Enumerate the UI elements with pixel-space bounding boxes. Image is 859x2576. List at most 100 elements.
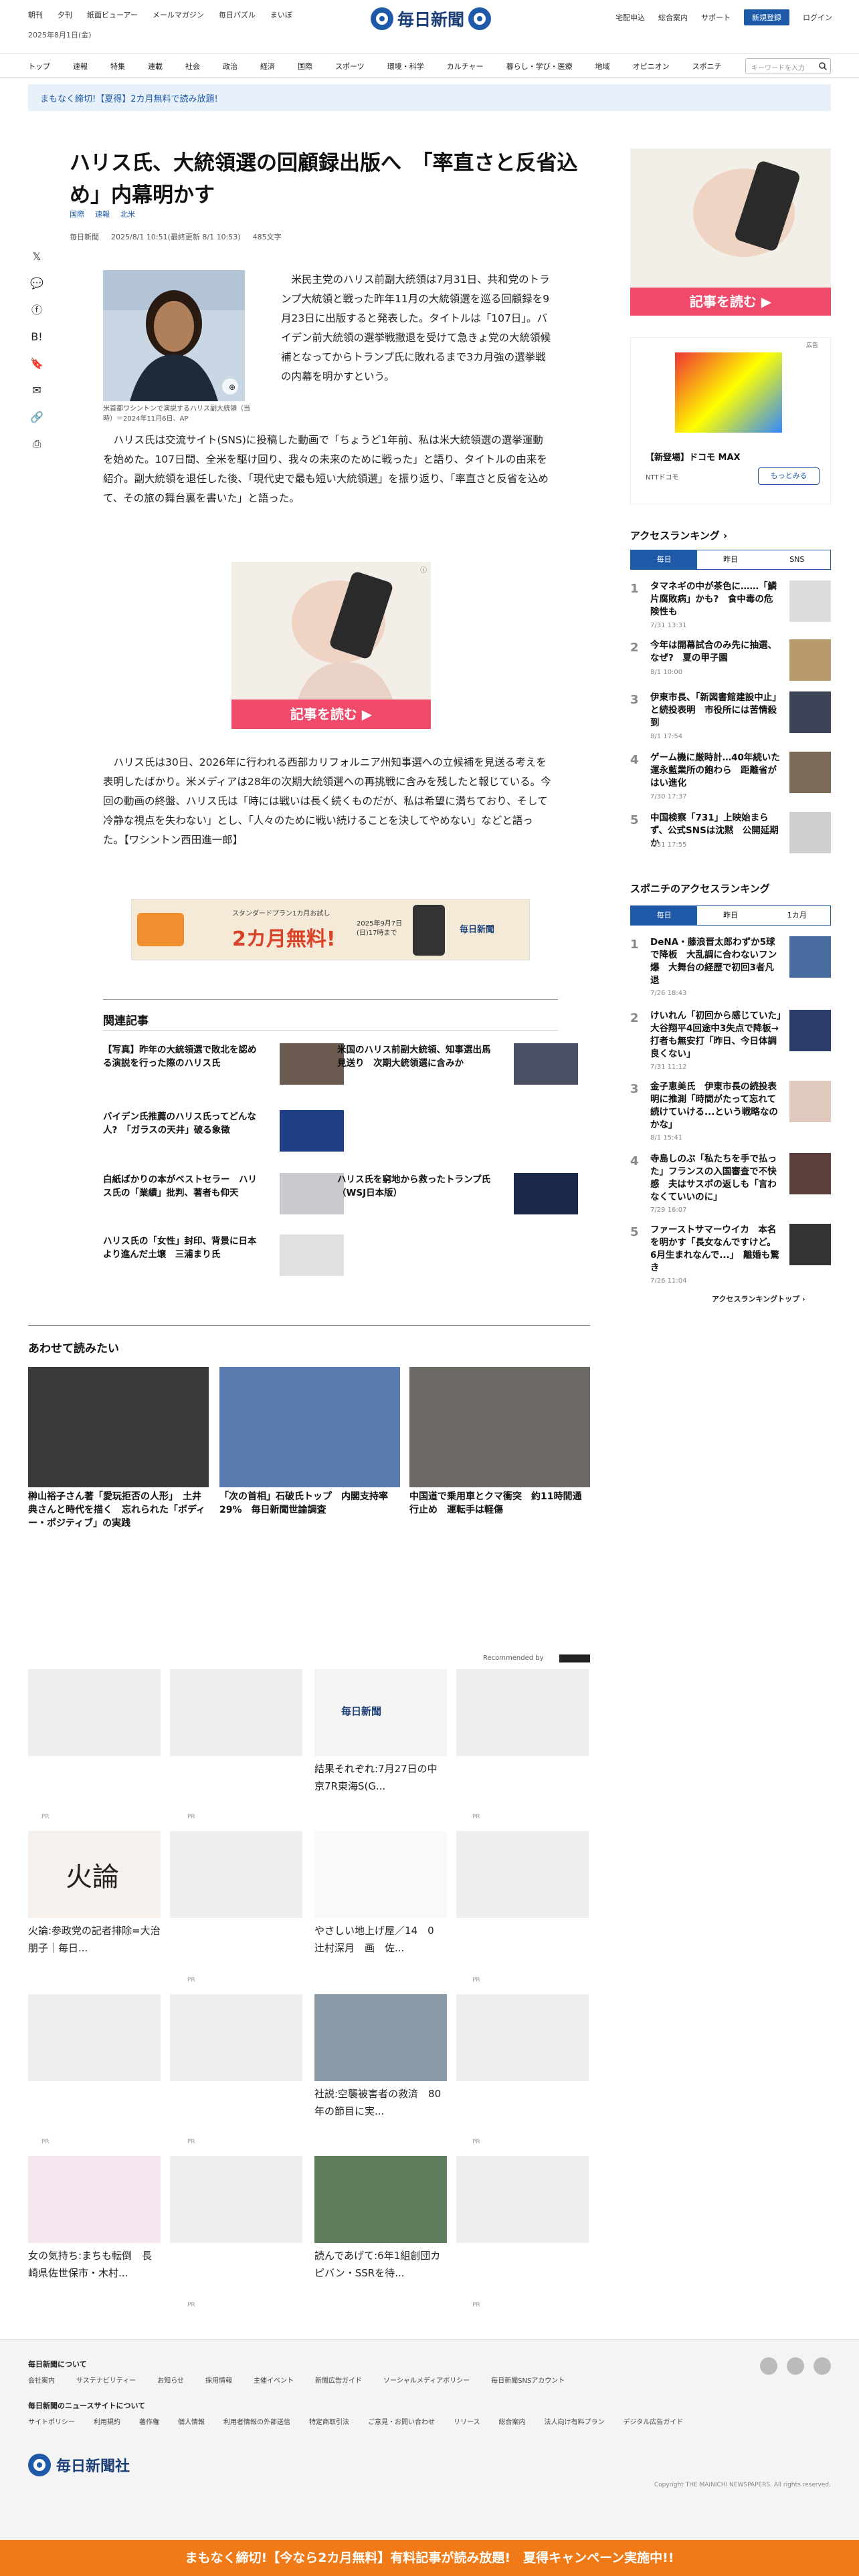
footer-link[interactable]: 採用情報 [205,2375,232,2385]
related-item[interactable]: ハリス氏の「女性」封印、背景に日本より進んだ土壌 三浦まり氏 [103,1235,344,1288]
pr-tile[interactable] [456,1669,589,1756]
tile-title[interactable]: 読んであげて:6年1組創団カピバン・SSRを待... [314,2247,447,2282]
footer-link[interactable]: 法人向け有料プラン [545,2416,605,2426]
also-read-item[interactable]: 榊山裕子さん著「愛玩拒否の人形」 土井典さんと時代を描く 忘れられた「ボディー・… [28,1367,209,1530]
footer-link[interactable]: 毎日新聞SNSアカウント [491,2375,565,2385]
tab-daily[interactable]: 毎日 [631,906,698,925]
footer-link[interactable]: 会社案内 [28,2375,55,2385]
top-link[interactable]: 紙面ビューアー [87,9,138,20]
sponichi-ranking-item[interactable]: 2 けいれん「初回から感じていた」大谷翔平4回途中3失点で降板→打者も無安打「昨日… [630,1010,831,1071]
pr-tile[interactable] [314,1831,447,1918]
read-article-ad-button[interactable]: 記事を読む ▶ [231,700,431,729]
ad-info-icon[interactable]: ⓘ [420,564,427,574]
pr-tile[interactable] [456,1994,589,2081]
related-item[interactable]: 米国のハリス前副大統領、知事選出馬見送り 次期大統領選に含みか [337,1043,578,1097]
footer-link[interactable]: ご意見・お問い合わせ [368,2416,435,2426]
nav-item[interactable]: オピニオン [633,61,670,72]
print-icon[interactable]: ⎙ [33,437,41,451]
footer-link[interactable]: リリース [454,2416,480,2426]
read-article-ad-button[interactable]: 記事を読む ▶ [630,288,831,316]
nav-item[interactable]: スポーツ [335,61,365,72]
ranking-more-link[interactable]: アクセスランキングトップ › [712,1293,805,1304]
tag-link[interactable]: 国際 [70,209,84,219]
tile-title[interactable]: 社説:空襲被害者の救済 80年の節目に実... [314,2085,447,2120]
tile-title[interactable]: 女の気持ち:まちも転倒 長崎県佐世保市・木村... [28,2247,161,2282]
tag-link[interactable]: 北米 [120,209,135,219]
nav-item[interactable]: 連載 [148,61,163,72]
related-item[interactable]: 【写真】昨年の大統領選で敗北を認める演説を行った際のハリス氏 [103,1043,344,1097]
related-item[interactable]: 白紙ばかりの本がベストセラー ハリス氏の「業績」批判、著者も仰天 [103,1173,344,1226]
ranking-item[interactable]: 3 伊東市長、「新図書館建設中止」と続投表明 市役所には苦情殺到 8/1 17:54 [630,691,831,748]
docomo-ad[interactable]: 広告 【新登場】ドコモ MAX NTTドコモ もっとみる [630,337,831,504]
footer-link[interactable]: サイトポリシー [28,2416,75,2426]
ranking-item[interactable]: 2 今年は開幕試合のみ先に抽選、なぜ? 夏の甲子園 8/1 10:00 [630,639,831,695]
search-input[interactable]: キーワードを入力 [745,58,831,74]
ranking-item[interactable]: 5 中国検察「731」上映始まらず、公式SNSは沈黙 公開延期か 7/31 17:5… [630,812,831,868]
tab-daily[interactable]: 毎日 [631,550,698,569]
tab-yesterday[interactable]: 昨日 [697,906,763,925]
top-link[interactable]: メールマガジン [153,9,204,20]
footer-link[interactable]: サステナビリティー [76,2375,136,2385]
ranking-heading[interactable]: アクセスランキング › [630,528,727,542]
facebook-social-icon[interactable] [787,2357,804,2375]
bookmark-icon[interactable]: 🔖 [30,357,43,370]
footer-link[interactable]: 個人情報 [178,2416,205,2426]
tab-yesterday[interactable]: 昨日 [697,550,763,569]
campaign-banner[interactable]: まもなく締切!【夏得】2カ月無料で読み放題! [28,84,831,111]
footer-logo[interactable]: 毎日新聞社 [28,2454,130,2476]
pr-tile[interactable] [456,2156,589,2243]
facebook-icon[interactable]: ⓕ [31,304,42,317]
x-share-icon[interactable]: 𝕏 [33,250,41,263]
nav-item[interactable]: 特集 [110,61,125,72]
search-icon[interactable] [819,62,827,70]
sidebar-ad[interactable]: 記事を読む ▶ [630,148,831,316]
pr-tile[interactable]: 火論 [28,1831,161,1918]
nav-item[interactable]: 政治 [223,61,237,72]
header-link[interactable]: 総合案内 [658,12,688,23]
related-item[interactable]: ハリス氏を窮地から救ったトランプ氏（WSJ日本版） [337,1173,578,1226]
ad-more-button[interactable]: もっとみる [758,467,820,485]
nav-item[interactable]: 地域 [595,61,610,72]
sponichi-ranking-item[interactable]: 4 寺島しのぶ「私たちを手で払った」フランスの入国審査で不快感 夫はサスポの返しも… [630,1153,831,1214]
ranking-item[interactable]: 1 タマネギの中が茶色に……「鱗片腐敗病」かも? 食中毒の危険性も 7/31 13:… [630,580,831,637]
footer-link[interactable]: 新聞広告ガイド [315,2375,362,2385]
nav-item[interactable]: カルチャー [447,61,484,72]
tile-title[interactable]: 結果それぞれ:7月27日の中京7R東海S(G... [314,1760,447,1795]
nav-item[interactable]: 速報 [73,61,88,72]
sponichi-ranking-item[interactable]: 5 ファーストサマーウイカ 本名を明かす「長女なんですけど。6月生まれなんで...… [630,1224,831,1285]
pr-tile[interactable] [456,1831,589,1918]
tab-month[interactable]: 1カ月 [764,906,830,925]
tile-title[interactable]: 火論:参政党の記者排除=大治朋子｜毎日... [28,1922,161,1957]
footer-link[interactable]: ソーシャルメディアポリシー [383,2375,470,2385]
also-read-item[interactable]: 「次の首相」石破氏トップ 内閣支持率29% 毎日新聞世論調査 [219,1367,400,1517]
tag-link[interactable]: 速報 [95,209,110,219]
nav-item[interactable]: 環境・科学 [387,61,424,72]
hatena-icon[interactable]: B! [31,330,42,344]
pr-tile[interactable]: 毎日新聞 [314,1669,447,1756]
inline-ad[interactable]: 記事を読む ▶ ⓘ [231,562,431,729]
nav-item[interactable]: 社会 [185,61,200,72]
bottom-campaign-bar[interactable]: まもなく締切!【今なら2カ月無料】有料記事が読み放題! 夏得キャンペーン実施中!… [0,2540,859,2576]
footer-link[interactable]: デジタル広告ガイド [624,2416,684,2426]
sponichi-ranking-item[interactable]: 3 金子恵美氏 伊東市長の続投表明に推測「時間がたって忘れて続けていける...とい… [630,1081,831,1142]
pr-tile[interactable] [314,1994,447,2081]
footer-link[interactable]: 総合案内 [499,2416,526,2426]
pr-tile[interactable] [170,1669,302,1756]
header-link[interactable]: 宅配申込 [615,12,645,23]
zoom-icon[interactable]: ⊕ [229,383,235,392]
pr-tile[interactable] [28,1994,161,2081]
login-button[interactable]: ログイン [803,12,832,23]
campaign-ad-banner[interactable]: スタンダードプラン1カ月お試し 2カ月無料! 2025年9月7日(日)17時まで… [131,899,530,960]
top-link[interactable]: まいぽ [270,9,292,20]
sponichi-ranking-item[interactable]: 1 DeNA・藤浪晋太郎わずか5球で降板 大乱調に合わないフン爆 大舞台の経歴で初… [630,936,831,997]
footer-link[interactable]: 利用規約 [94,2416,120,2426]
related-item[interactable]: バイデン氏推薦のハリス氏ってどんな人? 「ガラスの天井」破る象徴 [103,1110,344,1164]
mail-icon[interactable]: ✉ [32,384,41,397]
footer-link[interactable]: 特定商取引法 [309,2416,349,2426]
nav-item[interactable]: 経済 [260,61,275,72]
site-logo[interactable]: 毎日新聞 [371,7,492,31]
nav-item[interactable]: トップ [28,61,50,72]
nav-item[interactable]: スポニチ [692,61,722,72]
pr-tile[interactable] [28,1669,161,1756]
footer-link[interactable]: お知らせ [157,2375,184,2385]
